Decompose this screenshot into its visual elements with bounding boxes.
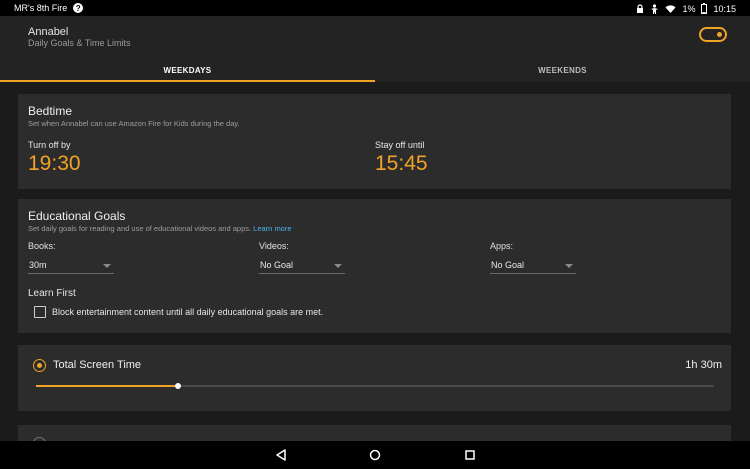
battery-icon <box>701 3 708 14</box>
help-badge-icon: ? <box>73 3 84 13</box>
next-card-partial <box>18 425 731 441</box>
dropdown-arrow-icon <box>334 264 342 268</box>
books-goal-value: 30m <box>29 260 47 270</box>
back-icon[interactable] <box>274 448 288 462</box>
stay-off-label: Stay off until <box>375 140 425 150</box>
turn-off-time[interactable]: 19:30 <box>28 152 81 176</box>
child-name: Annabel <box>28 26 69 38</box>
dropdown-arrow-icon <box>565 264 573 268</box>
screen-time-radio[interactable] <box>33 359 46 372</box>
radio-selected-dot <box>37 363 42 368</box>
settings-content[interactable]: Bedtime Set when Annabel can use Amazon … <box>0 82 750 441</box>
tab-weekends[interactable]: WEEKENDS <box>375 66 750 75</box>
limits-toggle[interactable] <box>699 27 727 42</box>
tab-weekdays[interactable]: WEEKDAYS <box>0 66 375 75</box>
learn-first-checkbox[interactable] <box>34 306 46 318</box>
screen-time-card: Total Screen Time 1h 30m <box>18 345 731 411</box>
educational-goals-card: Educational Goals Set daily goals for re… <box>18 199 731 333</box>
lock-icon <box>637 3 644 13</box>
navigation-bar <box>0 441 750 469</box>
apps-label: Apps: <box>490 241 514 251</box>
stay-off-time[interactable]: 15:45 <box>375 152 428 176</box>
toggle-knob <box>717 32 722 37</box>
bedtime-title: Bedtime <box>28 104 73 118</box>
dropdown-arrow-icon <box>103 264 111 268</box>
device-name: MR's 8th Fire <box>14 3 68 13</box>
edu-description-text: Set daily goals for reading and use of e… <box>28 224 252 233</box>
videos-goal-value: No Goal <box>260 260 294 270</box>
slider-thumb[interactable] <box>175 383 182 389</box>
learn-first-title: Learn First <box>28 288 76 299</box>
turn-off-label: Turn off by <box>28 140 71 150</box>
books-goal-select[interactable]: 30m <box>28 258 114 274</box>
battery-percent: 1% <box>682 3 696 14</box>
bedtime-card: Bedtime Set when Annabel can use Amazon … <box>18 94 731 189</box>
clock: 10:15 <box>713 3 736 14</box>
videos-goal-select[interactable]: No Goal <box>259 258 345 274</box>
slider-fill <box>36 385 179 387</box>
header: Annabel Daily Goals & Time Limits WEEKDA… <box>0 16 750 82</box>
status-left: MR's 8th Fire ? <box>14 3 84 13</box>
apps-goal-value: No Goal <box>491 260 525 270</box>
recents-icon[interactable] <box>463 448 477 462</box>
home-icon[interactable] <box>368 448 382 462</box>
wifi-icon <box>665 4 676 13</box>
edu-description: Set daily goals for reading and use of e… <box>28 224 292 233</box>
header-subtitle: Daily Goals & Time Limits <box>28 38 131 48</box>
screen-time-title: Total Screen Time <box>53 359 142 371</box>
screen-time-slider[interactable] <box>36 383 714 389</box>
learn-more-link[interactable]: Learn more <box>253 224 291 233</box>
videos-label: Videos: <box>259 241 289 251</box>
status-right: 1% 10:15 <box>636 3 736 14</box>
books-label: Books: <box>28 241 56 251</box>
learn-first-checkbox-label[interactable]: Block entertainment content until all da… <box>52 307 323 317</box>
person-icon <box>651 3 659 14</box>
apps-goal-select[interactable]: No Goal <box>490 258 576 274</box>
bedtime-description: Set when Annabel can use Amazon Fire for… <box>28 119 240 128</box>
status-bar: MR's 8th Fire ? 1% 10:15 <box>0 0 750 16</box>
edu-title: Educational Goals <box>28 209 126 223</box>
screen-time-value: 1h 30m <box>685 359 722 371</box>
